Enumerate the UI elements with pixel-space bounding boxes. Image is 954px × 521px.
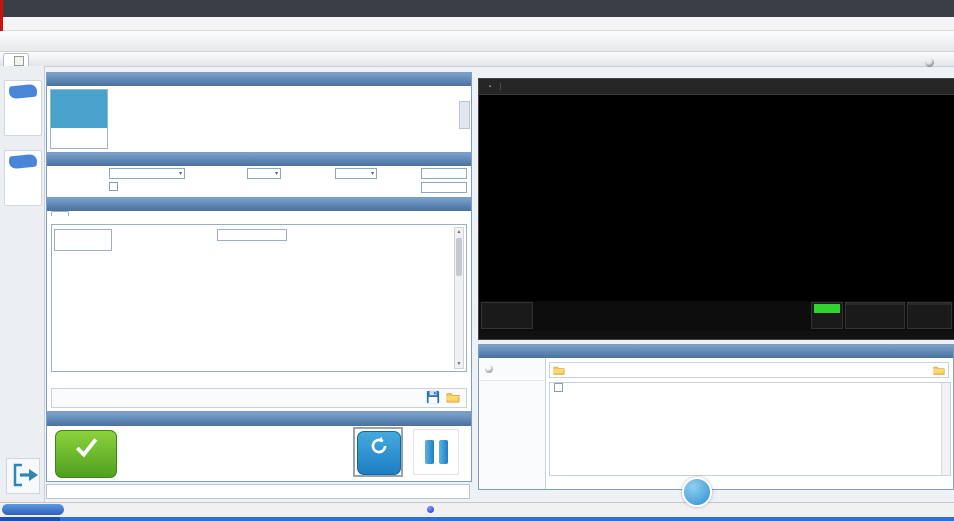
results-content [547, 358, 953, 489]
configuration-footer [51, 388, 467, 408]
scrollbar-thumb[interactable] [456, 238, 462, 276]
results-header [479, 345, 953, 358]
execution-panel [46, 412, 472, 482]
mode-badge [8, 154, 38, 170]
open-folder-icon[interactable] [933, 364, 945, 376]
component-select[interactable]: ▾ [335, 168, 377, 179]
results-panel [478, 344, 954, 490]
internal-diode-select[interactable]: ▾ [247, 168, 281, 179]
timebase-label [846, 303, 904, 305]
scroll-right-chevron[interactable] [459, 101, 470, 129]
save-parameters-icon[interactable] [426, 390, 440, 404]
hd-label [814, 304, 840, 313]
tab-strip [0, 52, 954, 67]
table-scrollbar[interactable] [941, 383, 950, 475]
window-edge-accent [0, 0, 3, 31]
title-bar [0, 0, 954, 17]
dsp-status-line [46, 484, 470, 499]
vertical-scrollbar[interactable]: ▲ ▼ [454, 227, 464, 369]
status-indicator-dot [925, 58, 934, 67]
timebase-box[interactable] [845, 302, 905, 329]
panel-header [47, 198, 471, 211]
channel-strip [479, 301, 954, 331]
configuration-body: ▲ ▼ [51, 224, 467, 372]
configuration-tab[interactable] [51, 211, 69, 216]
project-path-bar [549, 362, 949, 378]
exit-button[interactable] [6, 458, 40, 494]
taskbar-edge [0, 517, 954, 521]
load-parameters-icon[interactable] [446, 390, 460, 404]
reset-arrow-icon [368, 435, 390, 457]
channel-header [482, 303, 532, 312]
scope-footer [479, 331, 954, 339]
mode-sidebar [0, 66, 45, 502]
scroll-up-icon[interactable]: ▲ [455, 229, 463, 235]
test-type-button[interactable] [50, 89, 108, 149]
trigger-box[interactable] [907, 302, 952, 329]
countdown-timer-badge [682, 477, 712, 507]
chevron-down-icon: ▾ [371, 170, 374, 177]
laboratory-mode-button[interactable] [4, 80, 42, 136]
folder-icon [553, 364, 565, 376]
mode-badge [8, 84, 38, 100]
toolbar-icon[interactable] [6, 34, 21, 49]
serial-number-input[interactable] [421, 182, 467, 193]
parameter-row [114, 227, 450, 246]
panel-header [47, 413, 471, 426]
device-online-dot [427, 506, 434, 513]
history-table [549, 382, 951, 476]
trigger-label [908, 303, 951, 305]
select-test-panel [46, 72, 472, 154]
panel-header [47, 153, 471, 166]
production-mode-button[interactable] [4, 150, 42, 206]
panel-header [47, 73, 471, 86]
reset-button[interactable] [357, 431, 401, 475]
tab-laboratory-mode[interactable] [3, 53, 29, 67]
toolbar [0, 31, 954, 52]
check-icon [71, 434, 101, 460]
oscilloscope-window [478, 78, 954, 340]
scroll-down-icon[interactable]: ▼ [455, 361, 463, 367]
test-button-label [51, 128, 107, 146]
scope-menu-item[interactable] [483, 83, 501, 90]
configuration-adapter-panel: ▾ ▾ ▾ [46, 152, 472, 198]
hd-resolution-box [811, 302, 843, 329]
chevron-down-icon: ▾ [275, 170, 278, 177]
nav-item-icon [485, 365, 493, 373]
pause-button[interactable] [413, 429, 459, 475]
checkbox-icon [109, 182, 118, 191]
table-row[interactable] [550, 383, 950, 393]
pause-bar-icon [425, 440, 434, 464]
testing-status-pill [2, 504, 64, 515]
dut-type-input[interactable] [421, 168, 467, 179]
results-nav-item[interactable] [479, 358, 545, 381]
row-checkbox-icon[interactable] [554, 383, 563, 392]
chevron-down-icon: ▾ [179, 170, 182, 177]
exit-icon [7, 459, 39, 491]
adapter-type-select[interactable]: ▾ [109, 168, 185, 179]
configuration-panel: ▲ ▼ [46, 197, 472, 412]
waveform-display[interactable] [479, 95, 954, 301]
test-waveform-icon [51, 90, 107, 128]
channel-descriptor-box[interactable] [481, 302, 533, 329]
menu-bar [0, 17, 954, 31]
pause-bar-icon [439, 440, 448, 464]
device-status [424, 506, 434, 513]
tab-close-icon[interactable] [14, 56, 24, 66]
channel-checkbox[interactable] [109, 182, 120, 191]
reset-focus-frame [353, 427, 403, 477]
parameter-value-field[interactable] [217, 229, 287, 241]
configuration-side-tab[interactable] [54, 229, 112, 251]
status-bar [0, 502, 954, 518]
pass-status-button[interactable] [55, 430, 117, 478]
